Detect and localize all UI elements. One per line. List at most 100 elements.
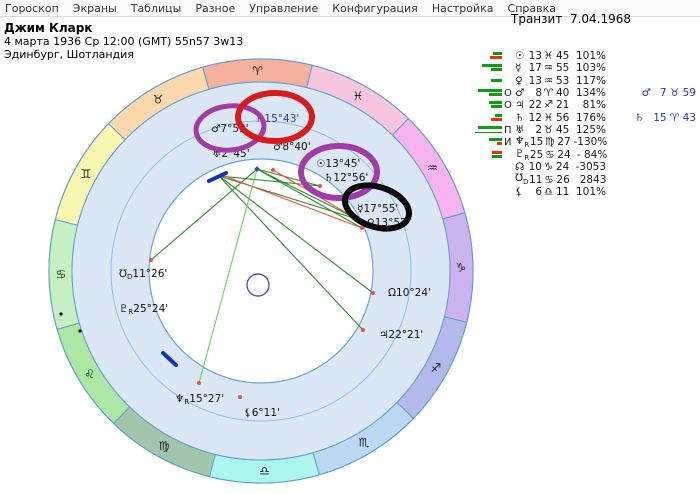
strength-value: 2843 <box>570 174 606 186</box>
transit-date: 7.04.1968 <box>570 12 631 26</box>
zodiac-glyph-capricorn-icon: ♑ <box>456 261 467 275</box>
strength-bars <box>478 124 502 136</box>
natal-saturn-label: ♄12°56' <box>324 172 368 184</box>
planet-row: П♅2♉45125% <box>478 124 700 136</box>
strength-value: 125% <box>570 124 606 136</box>
zodiac-glyph-scorpio-icon: ♏ <box>359 435 370 449</box>
aspect-endpoint-dot <box>238 395 242 399</box>
transit-label: Транзит <box>511 12 562 26</box>
zodiac-sign-icon: ♐ <box>542 99 555 111</box>
transit-position: ♂7 ♉ 59 <box>606 87 700 99</box>
south-node-label: ℧D11°26' <box>119 268 167 281</box>
position-minutes: 53 <box>555 75 570 87</box>
planet-glyph-icon: ℧D <box>515 172 528 186</box>
strength-bars <box>478 50 502 62</box>
zodiac-glyph-virgo-icon: ♍ <box>159 439 170 453</box>
position-degrees: 13 <box>528 50 542 62</box>
planet-row: ♄12♓56176%♄15 ♈ 43 <box>478 112 700 124</box>
strength-value: 101% <box>570 50 606 62</box>
planet-glyph-icon: ⚸ <box>515 186 528 198</box>
zodiac-glyph-gemini-icon: ♊ <box>81 167 92 181</box>
zodiac-sign-icon: ♓ <box>542 50 555 62</box>
position-degrees: 11 <box>528 174 542 186</box>
position-degrees: 15 <box>529 136 543 148</box>
natal-jupiter-label: ♃22°21' <box>379 329 423 341</box>
position-degrees: 10 <box>528 161 542 173</box>
north-node-label: Ω10°24' <box>388 287 431 299</box>
zodiac-sign-icon: ♉ <box>542 124 555 136</box>
aspect-endpoint-dot <box>149 258 153 262</box>
natal-pluto-label: ♇R25°24' <box>119 303 168 316</box>
strength-value: 103% <box>570 62 606 74</box>
aspect-endpoint-dot <box>197 381 201 385</box>
position-minutes: 27 <box>556 136 571 148</box>
strength-bars <box>478 112 502 124</box>
planet-glyph-icon: ♅ <box>515 124 528 136</box>
strength-bars <box>478 186 502 198</box>
position-minutes: 45 <box>555 124 570 136</box>
zodiac-glyph-libra-icon: ♎ <box>259 464 270 478</box>
transit-title: Транзит 7.04.1968 <box>511 12 631 26</box>
planet-glyph-icon: ☿ <box>515 62 528 74</box>
planet-row: ☉13♓45101% <box>478 50 700 62</box>
planet-glyph-icon: ☉ <box>515 50 528 62</box>
planet-row: O♂8♈40134%♂7 ♉ 59 <box>478 87 700 99</box>
position-degrees: 2 <box>528 124 542 136</box>
position-minutes: 11 <box>555 186 570 198</box>
strength-value: -130% <box>571 136 607 148</box>
planet-row: ♀13♒53117% <box>478 75 700 87</box>
planet-glyph-icon: ☊ <box>515 161 528 173</box>
zodiac-sign-icon: ♋ <box>543 149 556 161</box>
chart-title-block: Джим Кларк 4 марта 1936 Ср 12:00 (GMT) 5… <box>4 21 243 61</box>
strength-value: 176% <box>570 112 606 124</box>
strength-value: - 84% <box>571 149 607 161</box>
zodiac-glyph-cancer-icon: ♋ <box>56 267 67 281</box>
strength-bars <box>478 75 502 87</box>
position-minutes: 24 <box>555 161 570 173</box>
planet-row: ℧D11♋262843 <box>478 174 700 186</box>
aspect-endpoint-dot <box>271 168 275 172</box>
strength-bars <box>478 136 502 148</box>
zodiac-sign-icon: ♓ <box>542 112 555 124</box>
planet-glyph-icon: ♃ <box>515 99 528 111</box>
zodiac-glyph-pisces-icon: ♓ <box>353 89 364 103</box>
position-degrees: 6 <box>528 186 542 198</box>
strength-bars <box>478 99 502 111</box>
natal-lilith-label: ⚸6°11' <box>244 407 280 419</box>
zodiac-sign-icon: ♋ <box>542 174 555 186</box>
aspect-endpoint-dot <box>371 291 375 295</box>
strength-bars <box>478 161 502 173</box>
natal-sun-label: ☉13°45' <box>316 158 360 170</box>
planet-row: ⚸6♎11101% <box>478 186 700 198</box>
zodiac-sign-icon: ♑ <box>542 161 555 173</box>
ring-dot-marker <box>78 329 81 332</box>
planet-glyph-icon: ♂ <box>515 87 528 99</box>
position-degrees: 22 <box>528 99 542 111</box>
wheel-inner-circle <box>149 159 373 383</box>
chart-place: Эдинбург, Шотландия <box>4 48 243 61</box>
strength-value: 81% <box>570 99 606 111</box>
zodiac-glyph-aries-icon: ♈ <box>252 64 263 78</box>
ring-dot-marker <box>59 312 62 315</box>
position-degrees: 13 <box>528 75 542 87</box>
chart-name: Джим Кларк <box>4 21 243 35</box>
position-degrees: 17 <box>528 62 542 74</box>
zodiac-sign-icon: ♍ <box>543 136 556 148</box>
planet-glyph-icon: ♄ <box>515 112 528 124</box>
zodiac-glyph-leo-icon: ♌ <box>84 367 95 381</box>
transit-planet-glyph-icon: ♄ <box>635 112 644 124</box>
aspect-mark: O <box>502 88 515 99</box>
aspect-endpoint-dot <box>361 328 365 332</box>
zodiac-glyph-taurus-icon: ♉ <box>153 93 164 107</box>
planet-row: ☿17♒55103% <box>478 62 700 74</box>
position-degrees: 12 <box>528 112 542 124</box>
strength-value: 101% <box>570 186 606 198</box>
zodiac-sign-icon: ♈ <box>542 87 555 99</box>
position-minutes: 45 <box>555 50 570 62</box>
strength-value: -3053 <box>570 161 606 173</box>
position-minutes: 24 <box>556 149 571 161</box>
aspect-endpoint-dot <box>360 226 364 230</box>
transit-planet-glyph-icon: ♂ <box>641 87 650 99</box>
planet-row: O♃22♐2181% <box>478 99 700 111</box>
strength-bars <box>478 174 502 186</box>
